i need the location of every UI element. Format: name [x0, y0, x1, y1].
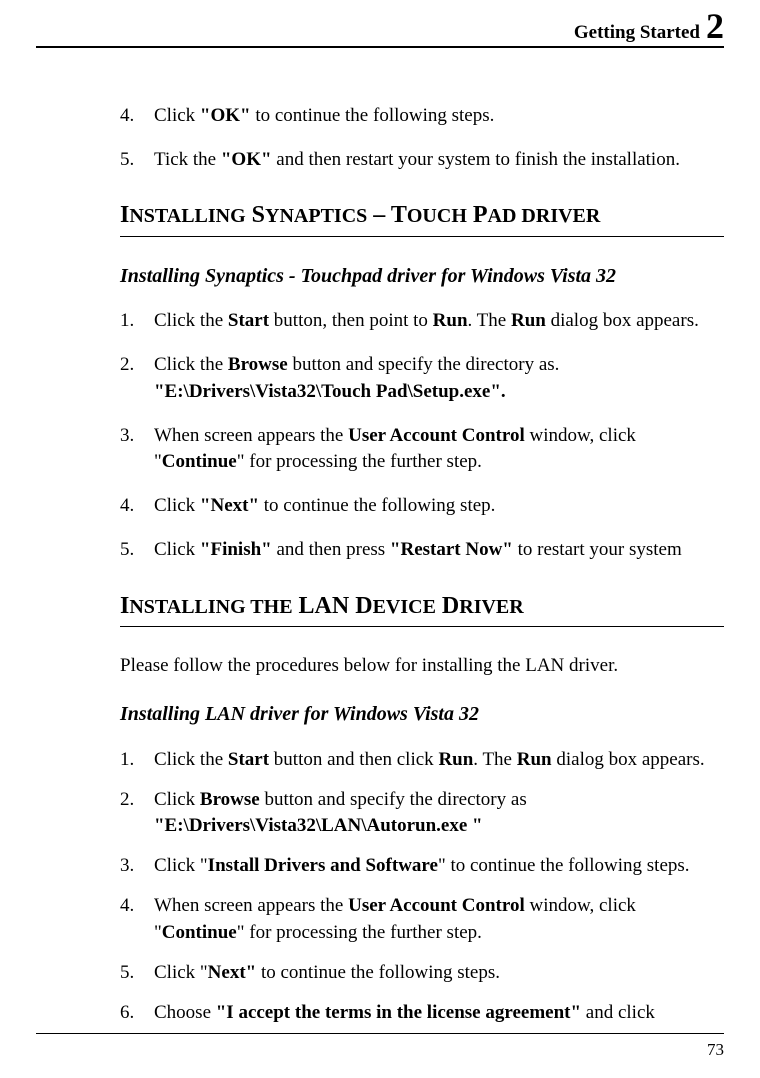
list-item-text: Click "Next" to continue the following s…	[154, 960, 724, 986]
list-item-text: Click the Start button and then click Ru…	[154, 747, 724, 773]
page-header: Getting Started 2	[36, 0, 724, 48]
list-item-number: 3.	[120, 423, 154, 475]
list-item: 6.Choose "I accept the terms in the lice…	[120, 1000, 724, 1026]
list-item: 3.Click "Install Drivers and Software" t…	[120, 853, 724, 879]
list-item-number: 5.	[120, 960, 154, 986]
list-item-text: Click "Next" to continue the following s…	[154, 493, 724, 519]
list-item: 4.Click "Next" to continue the following…	[120, 493, 724, 519]
lan-steps-list: 1. Click the Start button and then click…	[120, 747, 724, 1027]
page-content: 4.Click "OK" to continue the following s…	[36, 48, 724, 1026]
section-heading-lan: INSTALLING THE LAN DEVICE DRIVER	[120, 590, 724, 627]
list-item-number: 5.	[120, 537, 154, 563]
list-item-number: 4.	[120, 493, 154, 519]
list-item-number: 5.	[120, 147, 154, 173]
list-item: 4.Click "OK" to continue the following s…	[120, 103, 724, 129]
list-item: 2.Click Browse button and specify the di…	[120, 787, 724, 839]
list-item-text: When screen appears the User Account Con…	[154, 893, 724, 945]
list-item-text: Choose "I accept the terms in the licens…	[154, 1000, 724, 1026]
list-item: 5.Tick the "OK" and then restart your sy…	[120, 147, 724, 173]
chapter-number: 2	[706, 6, 724, 46]
subheading-lan: Installing LAN driver for Windows Vista …	[120, 701, 724, 729]
list-item-number: 1.	[120, 747, 154, 773]
list-item-number: 6.	[120, 1000, 154, 1026]
lan-intro-text: Please follow the procedures below for i…	[120, 653, 724, 679]
list-item-text: Click Browse button and specify the dire…	[154, 787, 724, 839]
section-heading-synaptics: INSTALLING SYNAPTICS – TOUCH PAD DRIVER	[120, 199, 724, 236]
list-item-text: When screen appears the User Account Con…	[154, 423, 724, 475]
list-item: 3.When screen appears the User Account C…	[120, 423, 724, 475]
list-item-text: Click the Start button, then point to Ru…	[154, 308, 724, 334]
list-item: 1. Click the Start button and then click…	[120, 747, 724, 773]
list-item-number: 2.	[120, 352, 154, 404]
top-steps-list: 4.Click "OK" to continue the following s…	[120, 103, 724, 173]
list-item-number: 4.	[120, 893, 154, 945]
list-item-number: 4.	[120, 103, 154, 129]
list-item-text: Click "OK" to continue the following ste…	[154, 103, 724, 129]
list-item: 2.Click the Browse button and specify th…	[120, 352, 724, 404]
list-item-number: 2.	[120, 787, 154, 839]
list-item: 5.Click "Finish" and then press "Restart…	[120, 537, 724, 563]
page-number: 73	[707, 1040, 724, 1059]
list-item: 5.Click "Next" to continue the following…	[120, 960, 724, 986]
chapter-title: Getting Started	[574, 22, 700, 43]
page-footer: 73	[36, 1033, 724, 1060]
list-item: 1.Click the Start button, then point to …	[120, 308, 724, 334]
list-item-text: Click "Install Drivers and Software" to …	[154, 853, 724, 879]
list-item-number: 3.	[120, 853, 154, 879]
list-item-text: Tick the "OK" and then restart your syst…	[154, 147, 724, 173]
synaptics-steps-list: 1.Click the Start button, then point to …	[120, 308, 724, 564]
list-item-number: 1.	[120, 308, 154, 334]
list-item-text: Click the Browse button and specify the …	[154, 352, 724, 404]
list-item: 4.When screen appears the User Account C…	[120, 893, 724, 945]
list-item-text: Click "Finish" and then press "Restart N…	[154, 537, 724, 563]
subheading-synaptics: Installing Synaptics - Touchpad driver f…	[120, 263, 724, 291]
